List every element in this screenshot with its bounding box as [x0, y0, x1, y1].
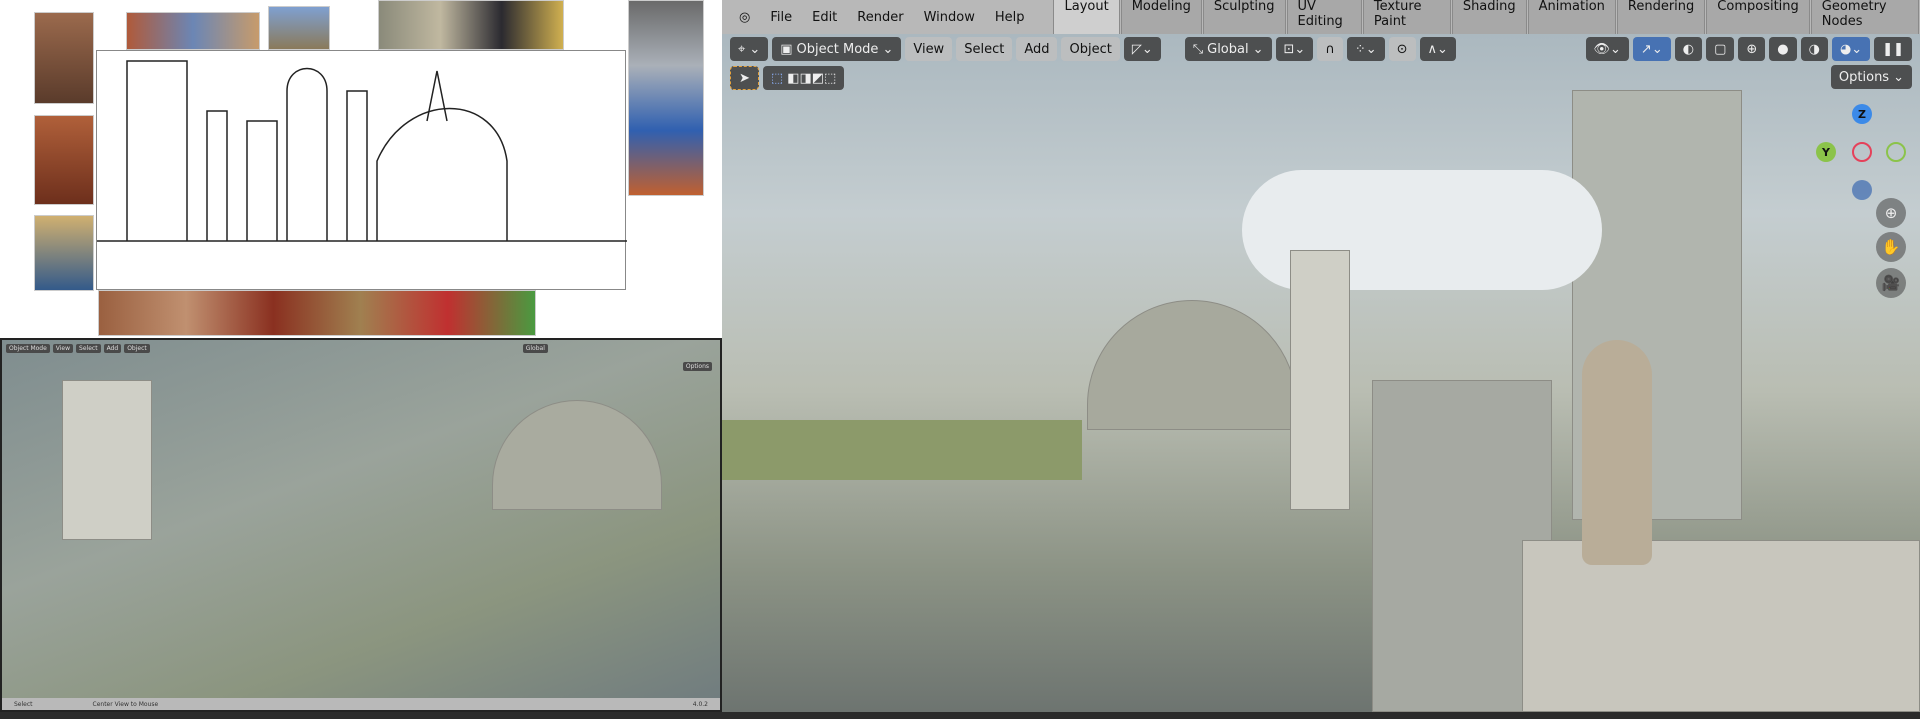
workspace-tabs: Layout Modeling Sculpting UV Editing Tex… — [1053, 0, 1920, 34]
reference-image — [126, 12, 260, 50]
navigation-gizmo[interactable]: Z Y — [1816, 104, 1906, 204]
orientation-select[interactable]: ⤡ Global ⌄ — [1184, 37, 1272, 61]
x-axis[interactable] — [1852, 142, 1872, 162]
mode-select[interactable]: ▣ Object Mode ⌄ — [772, 37, 902, 61]
menu-render[interactable]: Render — [848, 10, 912, 25]
view-menu[interactable]: View — [905, 37, 953, 61]
reference-image — [628, 0, 704, 196]
menu-bar: ◎ File Edit Render Window Help — [730, 0, 1033, 34]
y-axis[interactable]: Y — [1816, 142, 1836, 162]
reference-image — [378, 0, 564, 50]
transform-pivot-button[interactable]: ◸⌄ — [1123, 37, 1161, 61]
object-menu[interactable]: Object — [1061, 37, 1120, 61]
viewport-header: ⌖ ⌄ ▣ Object Mode ⌄ View Select Add Object … — [730, 36, 1912, 62]
blender-logo-icon[interactable]: ◎ — [730, 10, 759, 25]
tab-uv-editing[interactable]: UV Editing — [1286, 0, 1362, 34]
gizmo-toggle[interactable]: ↗⌄ — [1632, 37, 1671, 61]
pan-hand-icon[interactable]: ✋ — [1876, 232, 1906, 262]
status-center-view: Center View to Mouse — [92, 700, 159, 708]
reference-image — [34, 215, 94, 291]
editor-type-button[interactable]: ⌖ ⌄ — [730, 37, 769, 61]
shading-solid[interactable]: ● — [1769, 37, 1797, 61]
visibility-button[interactable]: 👁⌄ — [1585, 37, 1629, 61]
reference-image — [34, 115, 94, 205]
proportional-edit-toggle[interactable]: ⊙ — [1388, 37, 1416, 61]
neg-z-axis[interactable] — [1852, 180, 1872, 200]
mini-mode-select[interactable]: Object Mode — [6, 343, 50, 353]
pause-render-button[interactable]: ❚❚ — [1874, 37, 1912, 61]
blender-main-window: ◎ File Edit Render Window Help Layout Mo… — [722, 0, 1920, 712]
shading-wireframe[interactable]: ⊕ — [1738, 37, 1766, 61]
reference-image — [34, 12, 94, 104]
selection-modes[interactable]: ⬚ ◧◨◩⬚ — [762, 66, 845, 90]
mini-object-menu[interactable]: Object — [124, 343, 150, 353]
tab-animation[interactable]: Animation — [1527, 0, 1616, 34]
mini-header: Object Mode View Select Add Object Globa… — [2, 340, 720, 356]
tab-shading[interactable]: Shading — [1451, 0, 1527, 34]
snap-target-button[interactable]: ⁘⌄ — [1346, 37, 1385, 61]
orientation-label: Global — [1207, 41, 1249, 57]
sketch-lines — [97, 60, 627, 242]
dome — [492, 400, 662, 510]
reference-board — [0, 0, 722, 338]
reference-image — [98, 290, 536, 336]
camera-view-icon[interactable]: 🎥 — [1876, 268, 1906, 298]
editor-type-icon: ⌖ — [738, 41, 746, 57]
mini-view-menu[interactable]: View — [52, 343, 74, 353]
shading-material[interactable]: ◑ — [1800, 37, 1828, 61]
select-menu[interactable]: Select — [956, 37, 1013, 61]
version-label: 4.0.2 — [692, 700, 708, 708]
xray-toggle[interactable]: ▢ — [1706, 37, 1735, 61]
bottom-edge — [0, 712, 1920, 719]
options-label: Options — [1838, 69, 1890, 85]
menu-help[interactable]: Help — [986, 10, 1034, 25]
pivot-point-button[interactable]: ⊡⌄ — [1275, 37, 1314, 61]
shading-rendered[interactable]: ◕⌄ — [1831, 37, 1871, 61]
reference-image — [268, 6, 330, 50]
secondary-3d-viewport[interactable]: Object Mode View Select Add Object Globa… — [0, 338, 722, 712]
foreground-terrace — [1522, 540, 1920, 712]
tab-compositing[interactable]: Compositing — [1706, 0, 1810, 34]
select-tool-icon[interactable]: ➤ — [730, 66, 759, 90]
mini-status-bar: Select Center View to Mouse 4.0.2 — [2, 698, 720, 710]
overlay-toggle[interactable]: ◐ — [1674, 37, 1703, 61]
falloff-button[interactable]: ∧⌄ — [1419, 37, 1456, 61]
top-bar: ◎ File Edit Render Window Help Layout Mo… — [722, 0, 1920, 34]
green-terraces — [722, 420, 1082, 480]
neg-y-axis[interactable] — [1886, 142, 1906, 162]
tab-layout[interactable]: Layout — [1053, 0, 1120, 34]
mini-orientation[interactable]: Global — [522, 343, 548, 353]
tab-geometry-nodes[interactable]: Geometry Nodes — [1810, 0, 1919, 34]
select-mode-tools: ➤ ⬚ ◧◨◩⬚ — [730, 66, 845, 90]
menu-edit[interactable]: Edit — [803, 10, 846, 25]
dome — [1087, 300, 1297, 430]
z-axis[interactable]: Z — [1852, 104, 1872, 124]
orientation-icon: ⤡ — [1192, 41, 1204, 57]
mini-options-button[interactable]: Options — [682, 362, 712, 371]
snap-toggle[interactable]: ∩ — [1317, 37, 1343, 61]
options-button[interactable]: Options ⌄ — [1830, 65, 1912, 89]
mode-label: Object Mode — [796, 41, 879, 57]
mini-add-menu[interactable]: Add — [103, 343, 122, 353]
menu-file[interactable]: File — [761, 10, 801, 25]
tab-sculpting[interactable]: Sculpting — [1202, 0, 1286, 34]
zoom-icon[interactable]: ⊕ — [1876, 198, 1906, 228]
tab-texture-paint[interactable]: Texture Paint — [1362, 0, 1451, 34]
object-mode-icon: ▣ — [780, 41, 793, 57]
tab-rendering[interactable]: Rendering — [1616, 0, 1706, 34]
cloaked-figure — [1582, 340, 1652, 565]
add-menu[interactable]: Add — [1016, 37, 1058, 61]
menu-window[interactable]: Window — [915, 10, 984, 25]
mini-select-menu[interactable]: Select — [76, 343, 101, 353]
status-select: Select — [14, 700, 33, 708]
tab-modeling[interactable]: Modeling — [1120, 0, 1202, 34]
bell-tower — [1290, 250, 1350, 510]
sketch-drawing — [96, 50, 627, 290]
tower — [62, 380, 152, 540]
